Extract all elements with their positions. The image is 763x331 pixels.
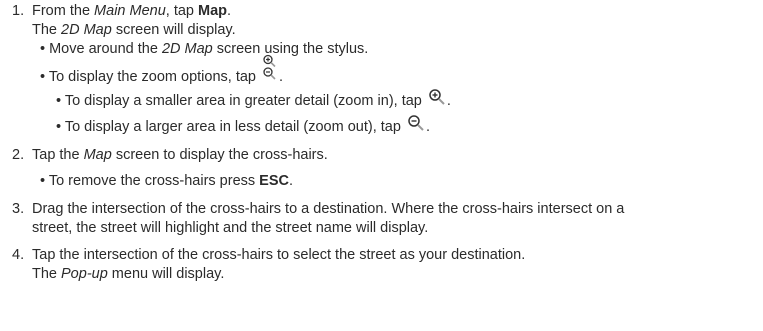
zoom-options-icon bbox=[262, 54, 278, 84]
zoom-out-icon bbox=[407, 115, 425, 134]
bullet-zoom-out: • To display a larger area in less detai… bbox=[56, 115, 430, 136]
text: The bbox=[32, 266, 62, 282]
text: • To display the zoom options, tap bbox=[40, 69, 261, 85]
bullet-remove-crosshairs: • To remove the cross-hairs press ESC. bbox=[40, 172, 293, 190]
text: . bbox=[227, 3, 232, 19]
bullet-zoom-options: • To display the zoom options, tap . bbox=[40, 54, 284, 86]
text: From the bbox=[32, 3, 95, 19]
screen-name: 2D Map bbox=[161, 41, 213, 57]
text: . bbox=[279, 69, 284, 85]
text: . bbox=[425, 119, 430, 135]
step-4-line-2: The Pop-up menu will display. bbox=[32, 265, 224, 283]
key-name: ESC bbox=[259, 173, 289, 189]
text: • To display a larger area in less detai… bbox=[56, 119, 405, 135]
step-2-line-1: Tap the Map screen to display the cross-… bbox=[32, 146, 328, 164]
step-number: 2. bbox=[12, 147, 25, 163]
text: Tap the bbox=[32, 147, 84, 163]
text: The bbox=[32, 22, 62, 38]
text: . bbox=[446, 93, 451, 109]
step-1-line-1: From the Main Menu, tap Map. bbox=[32, 2, 231, 20]
text: screen using the stylus. bbox=[212, 41, 369, 57]
text: • To remove the cross-hairs press bbox=[40, 173, 260, 189]
menu-name: Pop-up bbox=[61, 266, 108, 282]
screen-name: 2D Map bbox=[61, 22, 112, 38]
text: • To display a smaller area in greater d… bbox=[56, 93, 426, 109]
bullet-zoom-in: • To display a smaller area in greater d… bbox=[56, 89, 451, 110]
text: , tap bbox=[165, 3, 199, 19]
zoom-in-icon bbox=[428, 89, 446, 108]
menu-name: Main Menu bbox=[94, 3, 166, 19]
step-1-line-2: The 2D Map screen will display. bbox=[32, 21, 236, 39]
text: • Move around the bbox=[40, 41, 162, 57]
step-3-line-1: Drag the intersection of the cross-hairs… bbox=[32, 201, 625, 217]
screen-name: Map bbox=[83, 147, 112, 163]
step-4-line-1: Tap the intersection of the cross-hairs … bbox=[32, 247, 526, 263]
text: screen to display the cross-hairs. bbox=[111, 147, 328, 163]
bullet-move: • Move around the 2D Map screen using th… bbox=[40, 40, 368, 58]
text: . bbox=[289, 173, 294, 189]
step-number: 4. bbox=[12, 247, 25, 263]
text: screen will display. bbox=[111, 22, 236, 38]
step-3-line-2: street, the street will highlight and th… bbox=[32, 220, 429, 236]
text: menu will display. bbox=[107, 266, 225, 282]
button-name: Map bbox=[198, 3, 228, 19]
step-number: 1. bbox=[12, 3, 25, 19]
step-number: 3. bbox=[12, 201, 25, 217]
